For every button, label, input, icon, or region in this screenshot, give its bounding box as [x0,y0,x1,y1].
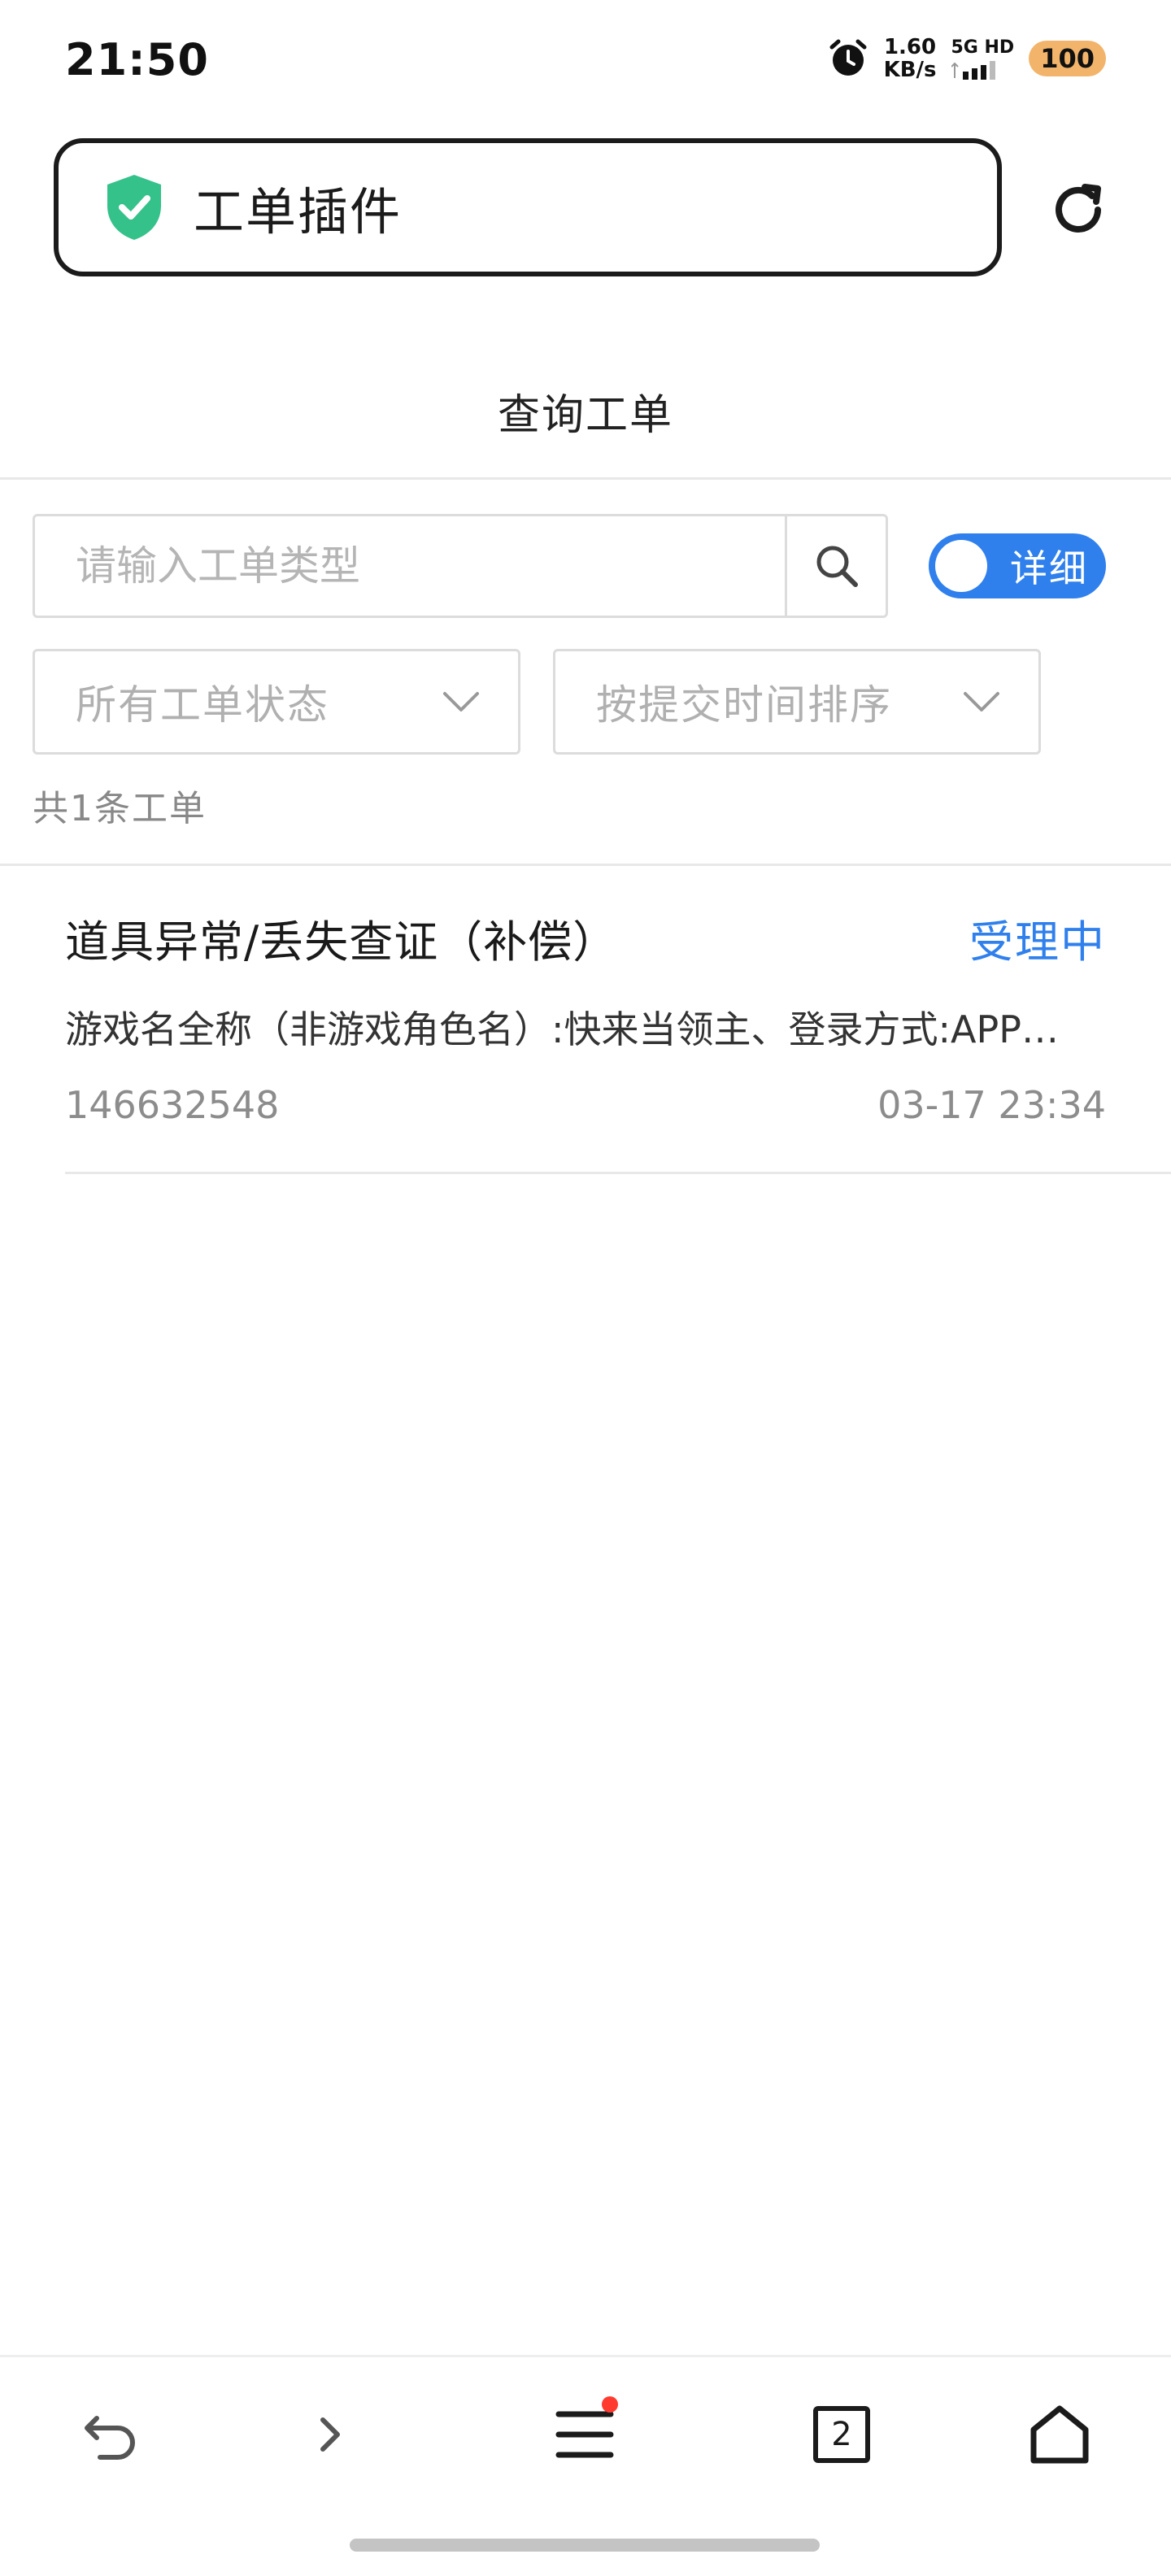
search-icon [816,546,858,587]
result-count: 共1条工单 [33,788,207,829]
toggle-knob [935,540,987,592]
chevron-down-icon [443,692,479,711]
address-title: 工单插件 [194,182,403,242]
shield-check-icon [107,175,161,240]
ticket-description: 游戏名全称（非游戏角色名）:快来当领主、登录方式:APP… [65,1007,1059,1051]
signal-icon [951,61,995,80]
ticket-title: 道具异常/丢失查证（补偿） [65,916,618,968]
search-button[interactable] [785,516,886,616]
ticket-id: 146632548 [65,1083,280,1127]
search-input[interactable] [35,516,785,616]
notification-dot [602,2396,618,2413]
menu-button[interactable] [540,2390,629,2479]
sort-filter-value: 按提交时间排序 [596,681,892,729]
page-title: 查询工单 [497,391,673,440]
forward-icon [320,2417,340,2452]
menu-icon [555,2411,614,2458]
search-box [33,514,888,618]
ticket-time: 03-17 23:34 [877,1083,1106,1127]
status-time: 21:50 [65,34,209,85]
page-header: 查询工单 [0,345,1171,480]
net-speed-unit: KB/s [883,58,937,82]
status-indicators: 1.60 KB/s 5G HD 100 [827,36,1106,81]
back-icon [85,2416,135,2460]
alarm-icon [829,39,867,76]
network-label: 5G HD [951,37,1015,58]
home-button[interactable] [1015,2390,1104,2479]
ticket-status: 受理中 [969,916,1106,968]
tabs-count: 2 [831,2416,852,2453]
browser-toolbar: 2 [0,2355,1171,2517]
reload-button[interactable] [1039,171,1117,249]
tabs-icon: 2 [813,2406,870,2463]
net-speed: 1.60 KB/s [884,36,937,81]
home-indicator[interactable] [350,2539,820,2552]
status-filter-value: 所有工单状态 [76,681,329,729]
net-speed-value: 1.60 [883,35,937,59]
sort-filter-select[interactable]: 按提交时间排序 [553,649,1041,755]
status-bar: 21:50 1.60 KB/s 5G HD 100 [0,0,1171,130]
address-bar[interactable]: 工单插件 [54,138,1002,276]
home-icon [1030,2405,1089,2464]
detail-toggle[interactable]: 详细 [929,533,1106,598]
reload-icon [1056,184,1101,233]
toggle-label: 详细 [1010,546,1088,590]
back-button[interactable] [67,2390,156,2479]
signal-indicator: 5G HD [951,37,1015,80]
status-filter-select[interactable]: 所有工单状态 [33,649,520,755]
tabs-button[interactable]: 2 [797,2390,886,2479]
chevron-down-icon [964,692,999,711]
ticket-list-item[interactable]: 道具异常/丢失查证（补偿） 受理中 游戏名全称（非游戏角色名）:快来当领主、登录… [65,865,1171,1174]
battery-badge: 100 [1029,41,1106,76]
forward-button[interactable] [285,2390,374,2479]
